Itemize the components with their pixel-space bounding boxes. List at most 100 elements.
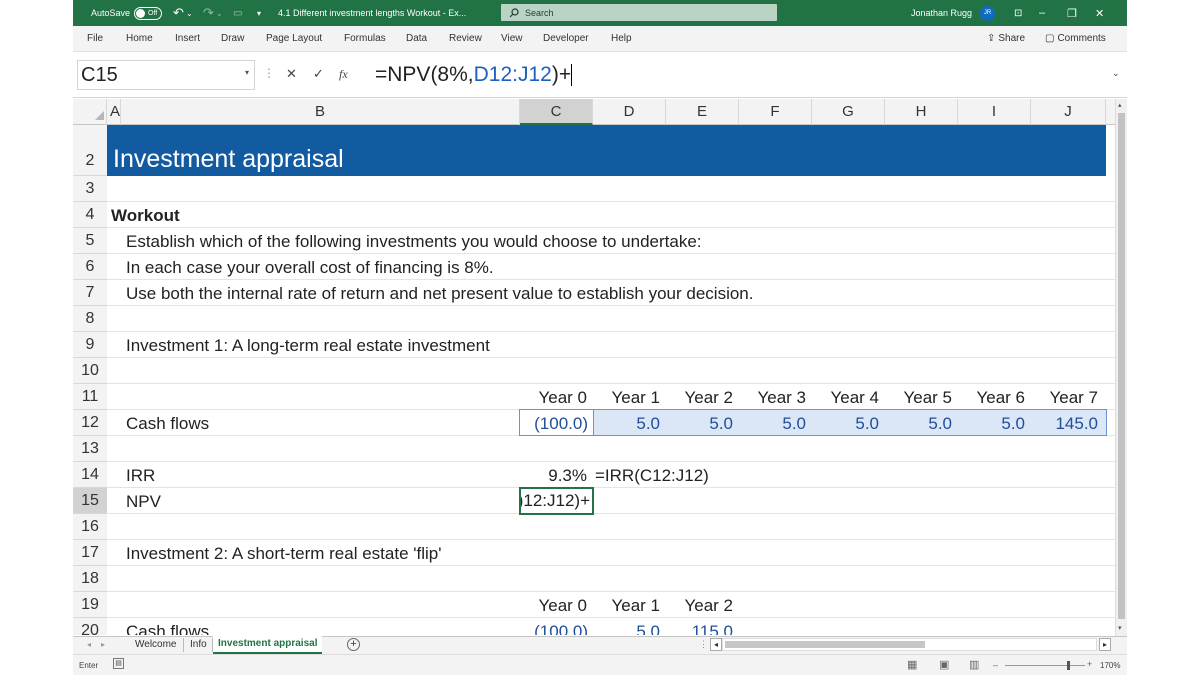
add-sheet-icon[interactable]: +	[347, 638, 360, 651]
row-header-5[interactable]: 5	[73, 228, 107, 254]
sheet-tab-investment-appraisal[interactable]: Investment appraisal	[213, 636, 323, 654]
year-header[interactable]: Year 4	[812, 388, 879, 408]
cash-flows-label[interactable]: Cash flows	[126, 414, 209, 434]
year-header[interactable]: Year 0	[520, 596, 587, 616]
minimize-icon[interactable]: –	[1039, 0, 1067, 26]
cash-flow-cell[interactable]: (100.0)	[520, 622, 588, 635]
scroll-up-icon[interactable]: ▴	[1118, 101, 1122, 109]
row-header-8[interactable]: 8	[73, 306, 107, 332]
user-name[interactable]: Jonathan Rugg	[911, 0, 972, 26]
irr-label[interactable]: IRR	[126, 466, 155, 486]
row-header-13[interactable]: 13	[73, 436, 107, 462]
tab-help[interactable]: Help	[611, 33, 632, 44]
vertical-scrollbar[interactable]: ▴ ▾	[1115, 99, 1127, 636]
tab-page-layout[interactable]: Page Layout	[266, 33, 322, 44]
year-header[interactable]: Year 5	[885, 388, 952, 408]
row-header-19[interactable]: 19	[73, 592, 107, 618]
scroll-down-icon[interactable]: ▾	[1118, 624, 1122, 632]
share-button[interactable]: ⇪ Share	[987, 31, 1025, 46]
instruction-line-3[interactable]: Use both the internal rate of return and…	[126, 284, 754, 304]
tab-splitter-icon[interactable]: ⋮	[699, 639, 708, 650]
tab-insert[interactable]: Insert	[175, 33, 200, 44]
tab-formulas[interactable]: Formulas	[344, 33, 386, 44]
tab-home[interactable]: Home	[126, 33, 153, 44]
worksheet-grid[interactable]: Investment appraisal 2 3 4 5 6 7 8 9 10 …	[73, 125, 1115, 635]
year-header[interactable]: Year 7	[1031, 388, 1098, 408]
cash-flow-cell[interactable]: (100.0)	[520, 414, 588, 434]
row-header-2[interactable]: 2	[73, 125, 107, 176]
enter-icon[interactable]: ✓	[313, 66, 324, 82]
cash-flow-cell[interactable]: 5.0	[885, 414, 952, 434]
comments-button[interactable]: ▢ Comments	[1045, 31, 1106, 46]
search-box[interactable]: Search	[501, 4, 777, 21]
irr-value[interactable]: 9.3%	[520, 466, 587, 486]
ribbon-display-icon[interactable]: ⊡	[1014, 0, 1022, 26]
redo-icon[interactable]: ↷	[203, 0, 214, 26]
select-all-corner[interactable]	[73, 99, 107, 125]
next-sheet-icon[interactable]: ▸	[101, 640, 105, 649]
investment-2-label[interactable]: Investment 2: A short-term real estate '…	[126, 544, 441, 564]
tab-review[interactable]: Review	[449, 33, 482, 44]
investment-1-label[interactable]: Investment 1: A long-term real estate in…	[126, 336, 490, 356]
column-header-e[interactable]: E	[666, 99, 739, 125]
column-header-i[interactable]: I	[958, 99, 1031, 125]
year-header[interactable]: Year 3	[739, 388, 806, 408]
row-header-6[interactable]: 6	[73, 254, 107, 280]
quick-print-icon[interactable]: ▭	[233, 0, 242, 26]
column-header-a[interactable]: A	[107, 99, 121, 125]
column-header-h[interactable]: H	[885, 99, 958, 125]
name-box-dropdown-icon[interactable]: ▾	[245, 68, 249, 77]
npv-label[interactable]: NPV	[126, 492, 161, 512]
tab-file[interactable]: File	[87, 33, 103, 44]
irr-formula-note[interactable]: =IRR(C12:J12)	[595, 466, 709, 486]
page-break-view-icon[interactable]: ▥	[969, 658, 979, 671]
zoom-out-icon[interactable]: –	[993, 660, 998, 670]
row-header-4[interactable]: 4	[73, 202, 107, 228]
redo-dropdown-icon[interactable]: ⌄	[216, 0, 223, 26]
row-header-7[interactable]: 7	[73, 280, 107, 306]
cancel-icon[interactable]: ✕	[286, 66, 297, 82]
workout-heading[interactable]: Workout	[111, 206, 180, 226]
cash-flow-cell[interactable]: 5.0	[739, 414, 806, 434]
row-header-14[interactable]: 14	[73, 462, 107, 488]
zoom-slider[interactable]	[1005, 661, 1085, 670]
prev-sheet-icon[interactable]: ◂	[87, 640, 91, 649]
cash-flow-cell[interactable]: 5.0	[958, 414, 1025, 434]
column-header-f[interactable]: F	[739, 99, 812, 125]
row-header-3[interactable]: 3	[73, 176, 107, 202]
column-header-d[interactable]: D	[593, 99, 666, 125]
tab-draw[interactable]: Draw	[221, 33, 244, 44]
cash-flow-cell[interactable]: 5.0	[666, 414, 733, 434]
insert-function-icon[interactable]: fx	[339, 67, 348, 82]
customize-qat-icon[interactable]: ▾	[257, 0, 261, 26]
zoom-slider-thumb[interactable]	[1067, 661, 1070, 670]
tab-view[interactable]: View	[501, 33, 523, 44]
formula-input[interactable]: =NPV(8%,D12:J12)+	[375, 60, 573, 90]
year-header[interactable]: Year 1	[593, 388, 660, 408]
sheet-tab-info[interactable]: Info	[190, 639, 207, 650]
horizontal-scrollbar[interactable]	[722, 638, 1097, 651]
macro-record-icon[interactable]: ▤	[113, 658, 124, 669]
hscroll-thumb[interactable]	[725, 641, 925, 648]
zoom-in-icon[interactable]: +	[1087, 659, 1092, 669]
tab-data[interactable]: Data	[406, 33, 427, 44]
year-header[interactable]: Year 0	[520, 388, 587, 408]
expand-formula-bar-icon[interactable]: ⌄	[1112, 68, 1120, 79]
row-header-12[interactable]: 12	[73, 410, 107, 436]
zoom-level[interactable]: 170%	[1100, 661, 1120, 670]
avatar[interactable]: JR	[980, 5, 995, 21]
cash-flow-cell[interactable]: 115.0	[666, 622, 733, 635]
tab-developer[interactable]: Developer	[543, 33, 589, 44]
row-header-16[interactable]: 16	[73, 514, 107, 540]
normal-view-icon[interactable]: ▦	[907, 658, 917, 671]
row-header-15[interactable]: 15	[73, 488, 107, 514]
row-header-11[interactable]: 11	[73, 384, 107, 410]
scroll-right-icon[interactable]: ▸	[1099, 638, 1111, 651]
name-box[interactable]: C15	[77, 60, 255, 90]
scroll-left-icon[interactable]: ◂	[710, 638, 722, 651]
undo-icon[interactable]: ↶	[173, 0, 184, 26]
cash-flow-cell[interactable]: 5.0	[593, 622, 660, 635]
column-header-g[interactable]: G	[812, 99, 885, 125]
year-header[interactable]: Year 2	[666, 388, 733, 408]
year-header[interactable]: Year 6	[958, 388, 1025, 408]
